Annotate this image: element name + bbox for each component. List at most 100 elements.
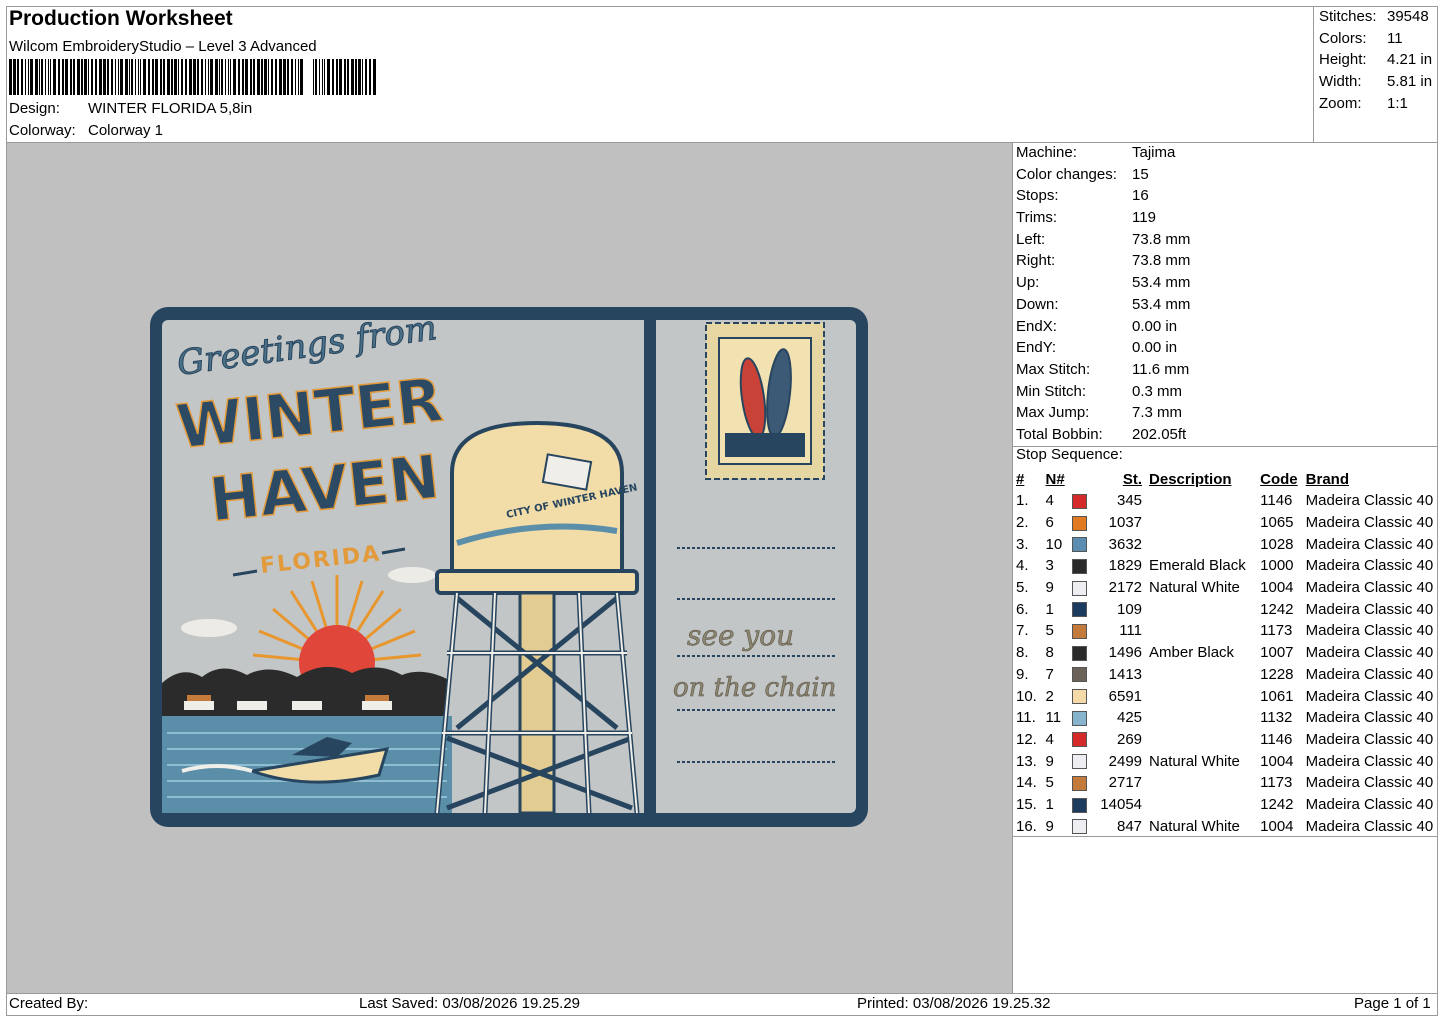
machine-stat-row: Down: 53.4 mm — [1016, 295, 1191, 313]
color-swatch-cell — [1071, 555, 1100, 577]
slogan-line-2: on the chain — [673, 673, 836, 703]
stitch-count: 1037 — [1108, 514, 1143, 532]
stop-number: 10. — [1016, 687, 1037, 705]
stitch-count: 2717 — [1108, 774, 1143, 792]
thread-brand: Madeira Classic 40 — [1305, 665, 1434, 683]
color-description — [1149, 533, 1260, 555]
color-swatch-cell — [1071, 620, 1100, 642]
design-label: Design: — [9, 100, 60, 117]
footer-created-by: Created By: — [9, 995, 89, 1012]
stop-number: 11. — [1016, 709, 1036, 727]
machine-stat-row: Max Jump: 7.3 mm — [1016, 404, 1183, 422]
col-stitches: St. — [1122, 471, 1143, 488]
needle-number: 10 — [1045, 535, 1063, 553]
stats-divider — [1313, 6, 1314, 142]
needle-number: 1 — [1045, 600, 1054, 618]
stitch-count: 269 — [1116, 730, 1143, 748]
machine-stat-row: Right: 73.8 mm — [1016, 252, 1191, 270]
footer-printed: Printed: 03/08/2026 19.25.32 — [857, 995, 1051, 1012]
thread-brand: Madeira Classic 40 — [1305, 492, 1434, 510]
thread-code: 1007 — [1260, 644, 1294, 662]
thread-brand: Madeira Classic 40 — [1305, 557, 1434, 575]
machine-stat-row: Max Stitch: 11.6 mm — [1016, 360, 1190, 378]
stop-number: 2. — [1016, 514, 1029, 532]
color-description: Natural White — [1149, 817, 1240, 835]
design-stats: Stitches: 39548 Colors: 11 Height: 4.21 in … — [1319, 6, 1432, 114]
stitch-count: 3632 — [1108, 535, 1143, 553]
needle-number: 5 — [1045, 622, 1054, 640]
stop-row: 16. 9 847 Natural White 1004 Madeira Classic … — [1014, 815, 1445, 837]
cloud-right — [388, 567, 436, 583]
footer-page: Page 1 of 1 — [1354, 995, 1431, 1012]
color-description: Amber Black — [1149, 644, 1235, 662]
thread-code: 1146 — [1260, 730, 1293, 748]
needle-number: 9 — [1045, 579, 1054, 597]
color-swatch-cell — [1071, 729, 1100, 751]
color-swatch — [1072, 645, 1088, 661]
stop-row: 13. 9 2499 Natural White 1004 Madeira Classic… — [1014, 750, 1445, 772]
stop-row: 4. 3 1829 Emerald Black 1000 Madeira Classic … — [1014, 555, 1445, 577]
thread-brand: Madeira Classic 40 — [1305, 644, 1434, 662]
stop-row: 8. 8 1496 Amber Black 1007 Madeira Classic 40 — [1014, 642, 1445, 664]
color-swatch — [1072, 624, 1088, 639]
stop-number: 4. — [1016, 557, 1029, 575]
thread-code: 1004 — [1260, 579, 1294, 597]
software-name: Wilcom EmbroideryStudio – Level 3 Advanc… — [9, 38, 317, 55]
color-swatch-cell — [1071, 750, 1100, 772]
stop-number: 15. — [1016, 795, 1037, 813]
thread-brand: Madeira Classic 40 — [1305, 709, 1434, 727]
needle-number: 2 — [1045, 687, 1054, 705]
stitch-count: 1496 — [1108, 644, 1143, 662]
color-swatch-cell — [1071, 533, 1100, 555]
color-description — [1149, 707, 1260, 729]
thread-brand: Madeira Classic 40 — [1305, 774, 1434, 792]
stop-row: 15. 1 14054 1242 Madeira Classic 40 — [1014, 794, 1445, 816]
needle-number: 9 — [1045, 752, 1054, 770]
stop-row: 10. 2 6591 1061 Madeira Classic 40 — [1014, 685, 1445, 707]
needle-number: 6 — [1045, 514, 1054, 532]
color-swatch-cell — [1071, 577, 1100, 599]
needle-number: 4 — [1045, 730, 1054, 748]
color-swatch — [1072, 732, 1088, 748]
color-description — [1149, 772, 1260, 794]
colorway-label: Colorway: — [9, 122, 76, 139]
stop-row: 14. 5 2717 1173 Madeira Classic 40 — [1014, 772, 1445, 794]
stop-sequence-title: Stop Sequence: — [1016, 446, 1123, 463]
color-description — [1149, 794, 1260, 816]
machine-stat-row: EndY: 0.00 in — [1016, 339, 1178, 357]
thread-code: 1242 — [1260, 600, 1294, 618]
color-description — [1149, 729, 1260, 751]
machine-stats: Machine: Tajima Color changes: 15 Stops: 16… — [1016, 142, 1190, 446]
color-swatch-cell — [1071, 685, 1100, 707]
thread-code: 1004 — [1260, 817, 1294, 835]
color-description — [1149, 512, 1260, 534]
stat-colors: Colors: 11 — [1319, 29, 1403, 47]
stop-number: 7. — [1016, 622, 1029, 640]
color-swatch — [1072, 515, 1088, 531]
color-swatch-cell — [1071, 664, 1100, 686]
thread-brand: Madeira Classic 40 — [1305, 514, 1434, 532]
stitch-count: 345 — [1116, 492, 1143, 510]
color-swatch-cell — [1071, 642, 1100, 664]
color-swatch-cell — [1071, 772, 1100, 794]
needle-number: 11 — [1045, 709, 1062, 727]
color-description: Emerald Black — [1149, 557, 1246, 575]
thread-code: 1146 — [1260, 492, 1293, 510]
stop-number: 3. — [1016, 535, 1029, 553]
cloud-left — [181, 619, 237, 637]
stat-stitches: Stitches: 39548 — [1319, 8, 1429, 25]
color-description — [1149, 620, 1260, 642]
stop-number: 8. — [1016, 644, 1029, 662]
stop-number: 14. — [1016, 774, 1037, 792]
design-value: WINTER FLORIDA 5,8in — [88, 100, 253, 117]
thread-code: 1028 — [1260, 535, 1294, 553]
color-description — [1149, 664, 1260, 686]
color-swatch — [1072, 710, 1088, 726]
thread-brand: Madeira Classic 40 — [1305, 817, 1434, 835]
stop-number: 12. — [1016, 730, 1037, 748]
machine-stat-row: EndX: 0.00 in — [1016, 317, 1178, 335]
stitch-count: 1829 — [1108, 557, 1143, 575]
color-description: Natural White — [1149, 579, 1240, 597]
stop-row: 6. 1 109 1242 Madeira Classic 40 — [1014, 598, 1445, 620]
embroidery-design: Greetings from WINTER HAVEN FLORIDA CITY… — [150, 307, 868, 827]
